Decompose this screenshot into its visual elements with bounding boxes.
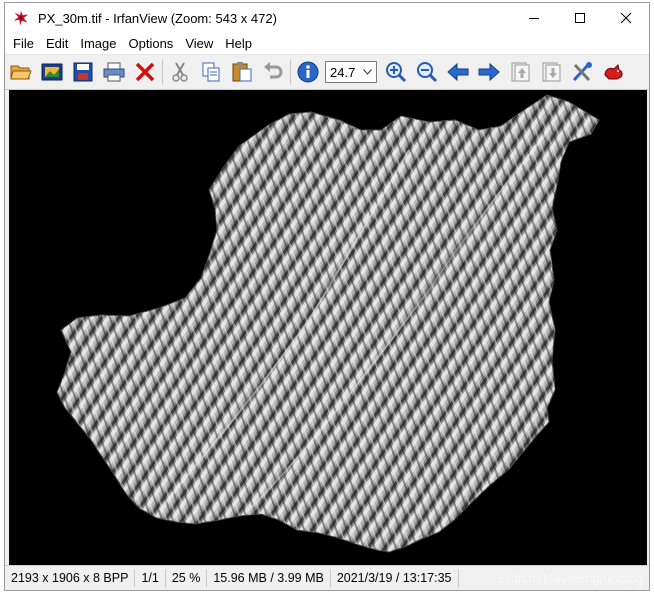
- cut-button[interactable]: [166, 59, 193, 86]
- maximize-icon: [575, 13, 585, 23]
- page-up-icon: [511, 62, 529, 82]
- window-controls: [511, 3, 649, 33]
- next-icon: [478, 62, 500, 82]
- zoom-value: 24.7: [330, 64, 356, 80]
- zoom-out-button[interactable]: [413, 59, 440, 86]
- save-button[interactable]: [69, 59, 96, 86]
- toolbar-separator: [162, 60, 163, 84]
- page-up-button[interactable]: [506, 59, 533, 86]
- print-button[interactable]: [100, 59, 127, 86]
- status-dimensions: 2193 x 1906 x 8 BPP: [5, 569, 136, 587]
- settings-button[interactable]: [568, 59, 595, 86]
- status-timestamp: 2021/3/19 / 13:17:35: [331, 569, 459, 587]
- next-image-button[interactable]: [475, 59, 502, 86]
- toolbar: 24.7: [5, 55, 649, 90]
- close-button[interactable]: [603, 3, 649, 33]
- undo-icon: [263, 62, 282, 79]
- minimize-button[interactable]: [511, 3, 557, 33]
- zoom-in-button[interactable]: [382, 59, 409, 86]
- delete-button[interactable]: [131, 59, 158, 86]
- app-window: PX_30m.tif - IrfanView (Zoom: 543 x 472)…: [4, 2, 650, 591]
- page-down-icon: [542, 62, 560, 82]
- watermark-text: csdn.net/lovefengruoqing: [497, 571, 643, 586]
- window-title: PX_30m.tif - IrfanView (Zoom: 543 x 472): [38, 10, 277, 26]
- page-down-button[interactable]: [537, 59, 564, 86]
- paste-icon: [232, 62, 251, 82]
- info-icon: [297, 61, 318, 83]
- copy-icon: [202, 62, 219, 82]
- menu-options[interactable]: Options: [123, 36, 180, 51]
- menu-help[interactable]: Help: [219, 36, 258, 51]
- prev-icon: [446, 62, 468, 82]
- terrain-texture-overlay: [57, 95, 599, 552]
- open-folder-icon: [9, 65, 32, 80]
- status-zoom: 25 %: [166, 569, 208, 587]
- cut-icon: [171, 62, 188, 82]
- minimize-icon: [529, 18, 539, 19]
- irfanview-icon: [603, 63, 623, 80]
- slideshow-button[interactable]: [38, 59, 65, 86]
- status-bar: 2193 x 1906 x 8 BPP 1/1 25 % 15.96 MB / …: [5, 565, 649, 590]
- settings-icon: [572, 62, 592, 82]
- close-icon: [620, 12, 632, 24]
- chevron-down-icon: [363, 69, 372, 75]
- maximize-button[interactable]: [557, 3, 603, 33]
- menu-image[interactable]: Image: [74, 36, 122, 51]
- zoom-out-icon: [416, 62, 437, 83]
- save-icon: [73, 62, 92, 82]
- zoom-in-icon: [385, 62, 406, 83]
- menu-file[interactable]: File: [7, 36, 40, 51]
- zoom-select[interactable]: 24.7: [325, 61, 377, 83]
- image-viewport[interactable]: [9, 90, 647, 566]
- info-button[interactable]: [294, 59, 321, 86]
- menu-bar: File Edit Image Options View Help: [5, 33, 649, 55]
- irfanview-logo-icon: [13, 10, 29, 26]
- delete-icon: [135, 62, 154, 82]
- hillshade-image: [56, 94, 600, 553]
- undo-button[interactable]: [259, 59, 286, 86]
- menu-view[interactable]: View: [179, 36, 219, 51]
- open-button[interactable]: [7, 59, 34, 86]
- slideshow-icon: [41, 63, 62, 81]
- print-icon: [103, 62, 124, 82]
- status-memory: 15.96 MB / 3.99 MB: [207, 569, 331, 587]
- previous-image-button[interactable]: [444, 59, 471, 86]
- toolbar-separator: [290, 60, 291, 84]
- menu-edit[interactable]: Edit: [40, 36, 74, 51]
- copy-button[interactable]: [197, 59, 224, 86]
- status-page: 1/1: [135, 569, 166, 587]
- title-bar[interactable]: PX_30m.tif - IrfanView (Zoom: 543 x 472): [5, 3, 649, 33]
- paste-button[interactable]: [228, 59, 255, 86]
- irfanview-about-button[interactable]: [599, 59, 626, 86]
